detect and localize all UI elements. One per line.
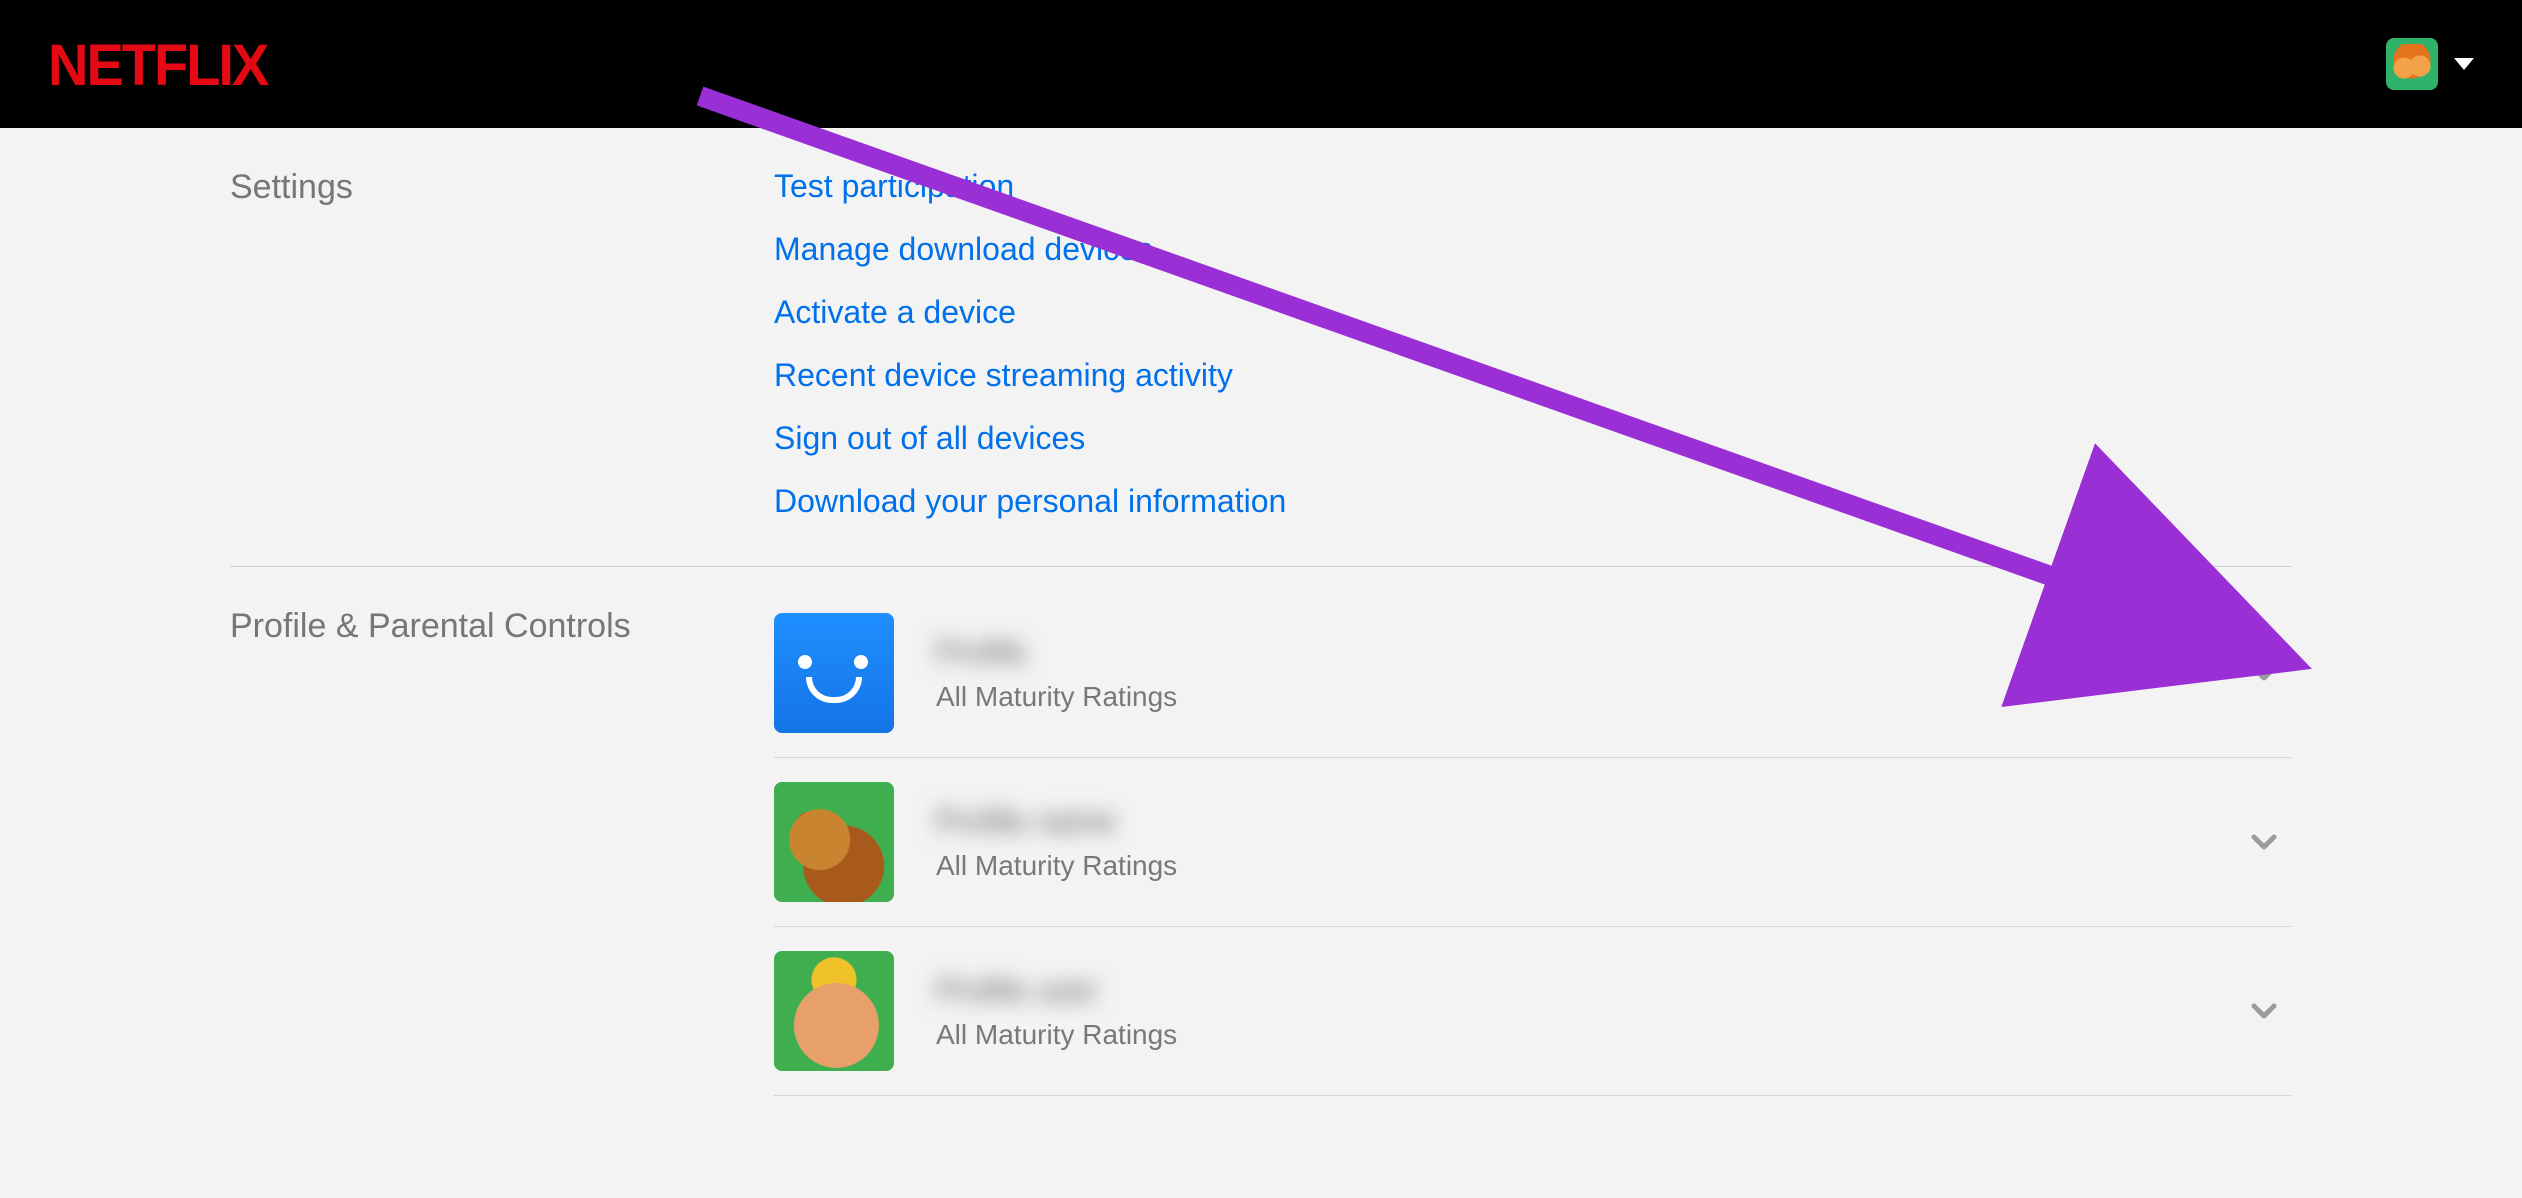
profile-row[interactable]: Profile All Maturity Ratings <box>774 607 2292 758</box>
profile-row[interactable]: Profile user All Maturity Ratings <box>774 927 2292 1096</box>
link-recent-streaming-activity[interactable]: Recent device streaming activity <box>774 357 1233 394</box>
settings-heading: Settings <box>230 168 774 207</box>
profile-name: Profile user <box>936 972 1098 1009</box>
settings-links: Test participation Manage download devic… <box>774 168 2292 546</box>
link-test-participation[interactable]: Test participation <box>774 168 1014 205</box>
link-manage-download-devices[interactable]: Manage download devices <box>774 231 1153 268</box>
profile-name: Profile name <box>936 803 1116 840</box>
link-sign-out-all-devices[interactable]: Sign out of all devices <box>774 420 1085 457</box>
profiles-list: Profile All Maturity Ratings Profile nam… <box>774 607 2292 1096</box>
chevron-down-icon[interactable] <box>2236 822 2292 862</box>
profile-menu-caret-icon[interactable] <box>2454 58 2474 70</box>
profile-maturity: All Maturity Ratings <box>936 850 2236 882</box>
profile-menu-avatar[interactable] <box>2386 38 2438 90</box>
profile-row[interactable]: Profile name All Maturity Ratings <box>774 758 2292 927</box>
account-page-content: Settings Test participation Manage downl… <box>0 128 2522 1198</box>
netflix-logo[interactable]: NETFLIX <box>48 30 267 98</box>
profile-avatar-icon <box>774 782 894 902</box>
profile-parental-heading: Profile & Parental Controls <box>230 607 774 646</box>
profile-name: Profile <box>936 634 1027 671</box>
link-download-personal-info[interactable]: Download your personal information <box>774 483 1286 520</box>
link-activate-device[interactable]: Activate a device <box>774 294 1016 331</box>
chevron-down-icon[interactable] <box>2236 991 2292 1031</box>
topbar: NETFLIX <box>0 0 2522 128</box>
profile-avatar-icon <box>774 613 894 733</box>
profile-maturity: All Maturity Ratings <box>936 1019 2236 1051</box>
profile-avatar-icon <box>774 951 894 1071</box>
profile-maturity: All Maturity Ratings <box>936 681 2236 713</box>
chevron-down-icon[interactable] <box>2236 653 2292 693</box>
